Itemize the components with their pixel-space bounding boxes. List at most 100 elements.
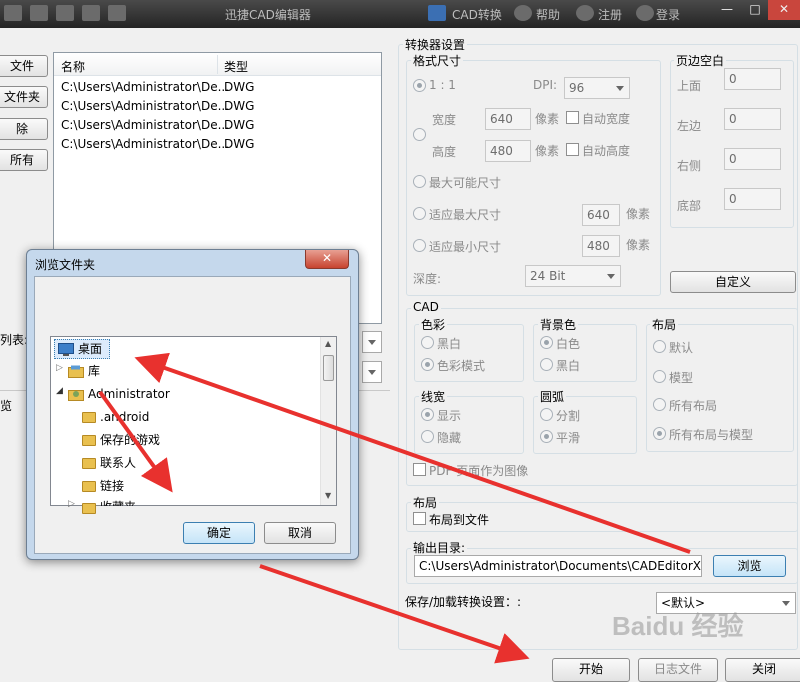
margin-right-input[interactable]: 0 [724,148,781,170]
log-file-button[interactable]: 日志文件 [638,658,718,682]
margin-top-input[interactable]: 0 [724,68,781,90]
window-title-bar: 迅捷CAD编辑器 CAD转换 帮助 注册 登录 — □ ✕ [0,0,800,28]
chevron-down-icon [368,370,376,375]
fit-max-radio[interactable] [413,207,426,220]
scroll-thumb[interactable] [323,355,334,381]
output-path-input[interactable]: C:\Users\Administrator\Documents\CADEdit… [414,555,702,577]
column-type[interactable]: 类型 [224,58,248,75]
margin-bottom-input[interactable]: 0 [724,188,781,210]
fit-max-input[interactable]: 640 [582,204,620,226]
tree-item-saved-games[interactable]: 保存的游戏 [100,430,160,450]
cancel-button[interactable]: 取消 [264,522,336,544]
ok-button[interactable]: 确定 [183,522,255,544]
bw-radio[interactable] [421,336,434,349]
lw-show-radio[interactable] [421,408,434,421]
start-button[interactable]: 开始 [552,658,630,682]
converter-settings-title: 转换器设置 [403,36,468,53]
menu-cad-convert[interactable]: CAD转换 [452,6,502,23]
auto-height-checkbox[interactable] [566,143,579,156]
color-mode-radio[interactable] [421,358,434,371]
auto-width-label: 自动宽度 [582,112,631,126]
bg-white-label: 白色 [556,337,581,351]
bg-white-radio[interactable] [540,336,553,349]
arc-split-radio[interactable] [540,408,553,421]
scroll-up-icon[interactable]: ▲ [325,339,331,348]
background-title: 背景色 [538,316,579,333]
second-dropdown[interactable] [362,361,382,383]
max-possible-radio[interactable] [413,175,426,188]
close-button[interactable]: 关闭 [725,658,800,682]
width-input[interactable]: 640 [485,108,531,130]
chevron-down-icon [607,274,615,279]
undo-icon[interactable] [82,5,100,21]
margin-left-input[interactable]: 0 [724,108,781,130]
tree-scrollbar[interactable]: ▲ ▼ [320,337,336,505]
save-settings-label: 保存/加载转换设置：: [405,595,522,609]
list-dropdown[interactable] [362,331,382,353]
delete-button[interactable]: 除 [0,118,48,140]
tree-item-contacts[interactable]: 联系人 [100,453,136,473]
browse-button[interactable]: 浏览 [713,555,786,577]
menu-help[interactable]: 帮助 [536,6,560,23]
layout-to-file-checkbox[interactable] [413,512,426,525]
tree-item-links[interactable]: 链接 [100,476,124,496]
layout-all-radio[interactable] [653,398,666,411]
folder-icon [82,503,96,514]
menu-icon[interactable] [4,5,22,21]
dpi-select[interactable]: 96 [564,77,630,99]
minimize-button[interactable]: — [712,0,742,20]
fit-min-input[interactable]: 480 [582,235,620,257]
custom-size-radio[interactable] [413,128,426,141]
cad-layout-title: 布局 [650,316,679,333]
expand-arrow-icon[interactable]: ▷ [56,363,63,373]
arc-smooth-radio[interactable] [540,430,553,443]
file-row-name[interactable]: C:\Users\Administrator\De... [61,99,229,113]
tree-item-library[interactable]: 库 [88,361,100,381]
save-icon[interactable] [56,5,74,21]
custom-button[interactable]: 自定义 [670,271,796,293]
height-unit: 像素 [535,144,560,158]
layout-all-model-radio[interactable] [653,427,666,440]
scroll-down-icon[interactable]: ▼ [325,491,331,500]
height-label: 高度 [432,145,457,159]
pdf-as-image-checkbox[interactable] [413,463,426,476]
ratio-radio[interactable] [413,79,426,92]
file-row-type: DWG [224,99,255,113]
depth-label: 深度: [413,272,442,286]
file-row-name[interactable]: C:\Users\Administrator\De... [61,118,229,132]
user-folder-icon [68,390,84,401]
add-file-button[interactable]: 文件 [0,55,48,77]
watermark-text: Baidu 经验 [612,611,744,641]
new-file-icon[interactable] [30,5,48,21]
expand-arrow-icon[interactable]: ▷ [68,499,75,509]
lw-hide-radio[interactable] [421,430,434,443]
collapse-arrow-icon[interactable]: ◢ [56,386,63,396]
folder-tree[interactable]: 桌面 ▷ 库 ◢ Administrator .android 保存的游戏 联系… [50,336,337,514]
maximize-button[interactable]: □ [740,0,770,20]
height-input[interactable]: 480 [485,140,531,162]
fit-min-label: 适应最小尺寸 [429,240,502,254]
menu-login[interactable]: 登录 [656,6,680,23]
layout-default-radio[interactable] [653,340,666,353]
fit-min-radio[interactable] [413,239,426,252]
auto-width-checkbox[interactable] [566,111,579,124]
tree-item-desktop[interactable]: 桌面 [78,339,102,359]
window-close-button[interactable]: ✕ [768,0,800,20]
dialog-close-button[interactable]: ✕ [305,250,349,269]
depth-select[interactable]: 24 Bit [525,265,621,287]
tree-item-favorites[interactable]: 收藏夹 [100,497,136,506]
add-folder-button[interactable]: 文件夹 [0,86,48,108]
menu-register[interactable]: 注册 [598,6,622,23]
file-row-type: DWG [224,80,255,94]
file-row-name[interactable]: C:\Users\Administrator\De... [61,80,229,94]
redo-icon[interactable] [108,5,126,21]
layout-model-radio[interactable] [653,370,666,383]
bg-black-radio[interactable] [540,358,553,371]
column-divider [217,55,218,74]
tree-item-administrator[interactable]: Administrator [88,384,170,404]
file-row-name[interactable]: C:\Users\Administrator\De... [61,137,229,151]
tree-item-android[interactable]: .android [100,407,149,427]
desktop-icon [58,343,74,356]
clear-all-button[interactable]: 所有 [0,149,48,171]
column-name[interactable]: 名称 [61,58,85,75]
